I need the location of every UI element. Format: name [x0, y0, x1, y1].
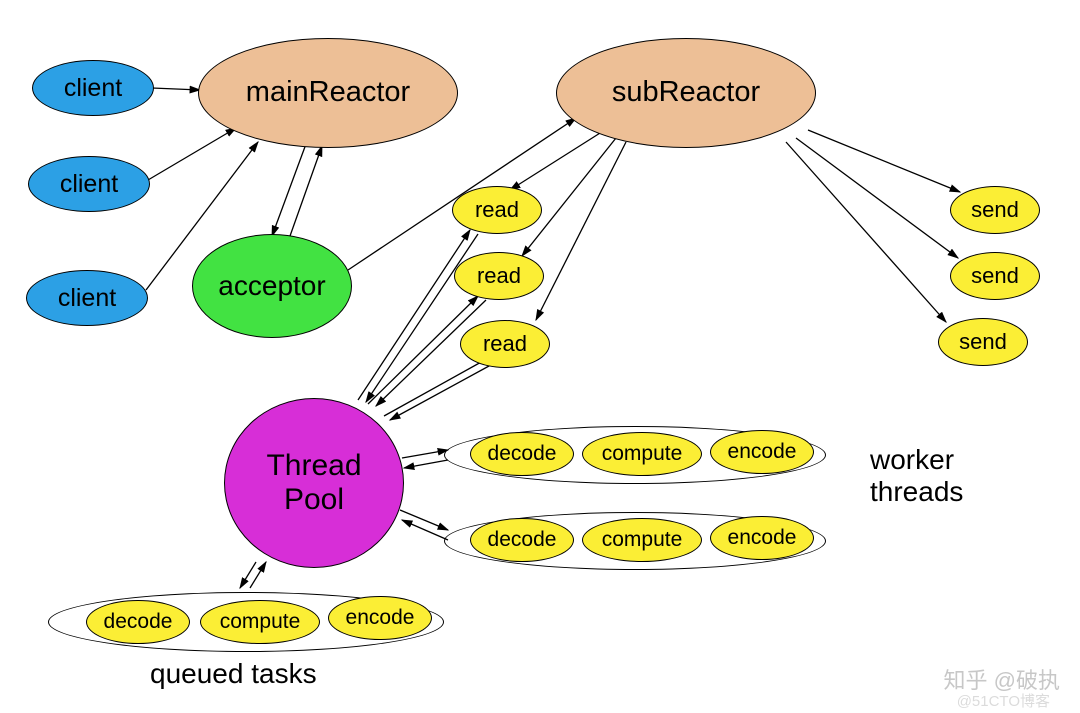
- task-label: encode: [728, 440, 797, 464]
- worker-threads-label: worker threads: [870, 444, 963, 508]
- read-node-1: read: [452, 186, 542, 234]
- client-node-3: client: [26, 270, 148, 326]
- queued-tasks-label: queued tasks: [150, 658, 317, 690]
- worker2-encode: encode: [710, 516, 814, 560]
- worker1-decode: decode: [470, 432, 574, 476]
- send-node-2: send: [950, 252, 1040, 300]
- client-node-1: client: [32, 60, 154, 116]
- sub-reactor-node: subReactor: [556, 38, 816, 148]
- diagram-canvas: client client client mainReactor subReac…: [0, 0, 1080, 713]
- queued-compute: compute: [200, 600, 320, 644]
- client-label: client: [58, 284, 116, 313]
- main-reactor-label: mainReactor: [246, 76, 410, 109]
- acceptor-node: acceptor: [192, 234, 352, 338]
- read-label: read: [475, 197, 519, 222]
- main-reactor-node: mainReactor: [198, 38, 458, 148]
- send-label: send: [959, 329, 1007, 354]
- client-label: client: [60, 170, 118, 199]
- task-label: decode: [488, 442, 557, 466]
- task-label: encode: [728, 526, 797, 550]
- task-label: encode: [346, 606, 415, 630]
- watermark-text-2: @51CTO博客: [957, 690, 1050, 711]
- read-label: read: [477, 263, 521, 288]
- worker2-decode: decode: [470, 518, 574, 562]
- send-label: send: [971, 197, 1019, 222]
- thread-pool-label: Thread Pool: [266, 449, 361, 518]
- client-label: client: [64, 74, 122, 103]
- read-node-2: read: [454, 252, 544, 300]
- task-label: decode: [104, 610, 173, 634]
- send-node-1: send: [950, 186, 1040, 234]
- client-node-2: client: [28, 156, 150, 212]
- sub-reactor-label: subReactor: [612, 76, 760, 109]
- worker1-encode: encode: [710, 430, 814, 474]
- task-label: compute: [602, 528, 683, 552]
- queued-decode: decode: [86, 600, 190, 644]
- worker1-compute: compute: [582, 432, 702, 476]
- send-node-3: send: [938, 318, 1028, 366]
- acceptor-label: acceptor: [218, 270, 325, 302]
- worker2-compute: compute: [582, 518, 702, 562]
- task-label: decode: [488, 528, 557, 552]
- send-label: send: [971, 263, 1019, 288]
- read-node-3: read: [460, 320, 550, 368]
- thread-pool-node: Thread Pool: [224, 398, 404, 568]
- queued-encode: encode: [328, 596, 432, 640]
- task-label: compute: [602, 442, 683, 466]
- read-label: read: [483, 331, 527, 356]
- task-label: compute: [220, 610, 301, 634]
